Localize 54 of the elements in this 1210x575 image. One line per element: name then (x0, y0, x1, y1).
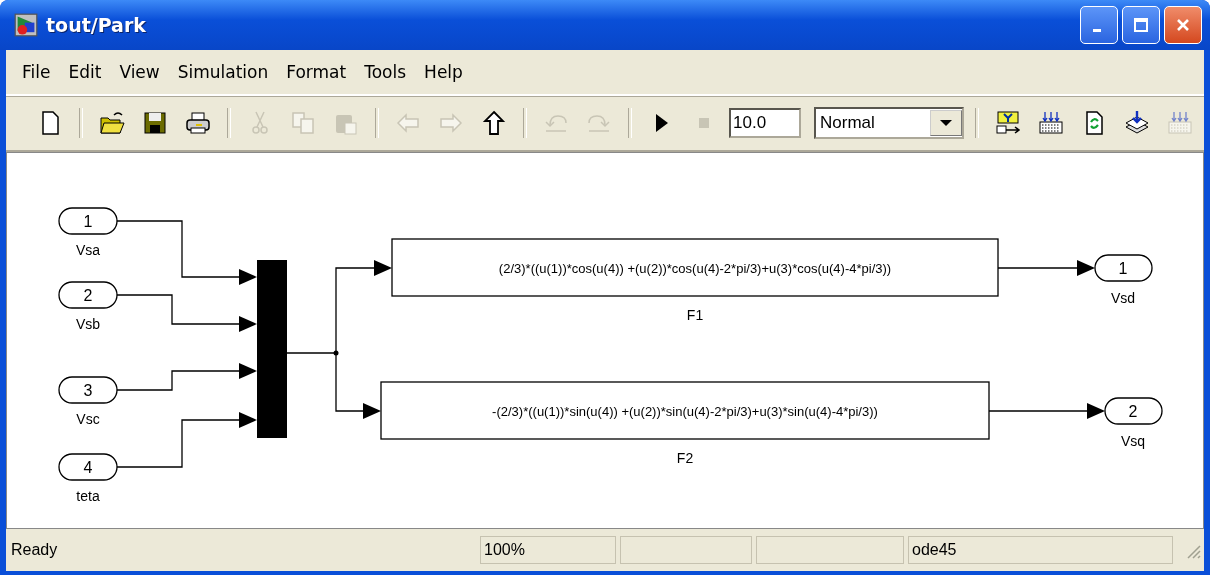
status-text: Ready (10, 540, 59, 560)
minimize-button[interactable] (1080, 6, 1118, 44)
block-label: F2 (676, 450, 694, 466)
signal-connector (335, 352, 381, 419)
copy-icon (289, 109, 317, 137)
dropdown-arrow-icon (930, 110, 962, 136)
port-label: Vsa (75, 242, 101, 258)
menu-item[interactable]: Format (278, 58, 357, 86)
maximize-button[interactable] (1122, 6, 1160, 44)
branch-point (333, 350, 339, 356)
signal-line (286, 352, 337, 354)
solver-name: ode45 (908, 536, 1173, 564)
port-number: 1 (1118, 260, 1128, 277)
scope-icon (994, 109, 1022, 137)
block-label: F1 (686, 307, 704, 323)
inport-block[interactable] (58, 453, 118, 481)
menu-item[interactable]: Tools (356, 58, 417, 86)
menu-item[interactable]: File (14, 58, 61, 86)
port-number: 4 (83, 459, 93, 476)
port-label: Vsq (1120, 433, 1146, 449)
up-arrow-icon (480, 109, 508, 137)
maximize-icon (1131, 15, 1151, 35)
inport-block[interactable] (58, 376, 118, 404)
printer-icon (184, 109, 212, 137)
minimize-icon (1093, 28, 1101, 32)
function-block[interactable] (380, 381, 990, 440)
menu-item[interactable]: Edit (60, 58, 112, 86)
window-title: tout/Park (46, 14, 147, 36)
simulation-mode-dropdown[interactable]: Normal (814, 107, 964, 139)
menu-item[interactable]: Simulation (169, 58, 279, 86)
port-number: 2 (83, 287, 93, 304)
port-label: teta (76, 488, 100, 504)
port-label: Vsd (1110, 290, 1136, 306)
port-number: 3 (83, 382, 93, 399)
port-label: Vsc (76, 411, 100, 427)
port-number: 1 (83, 213, 93, 230)
menu-item[interactable]: Help (416, 58, 473, 86)
folder-icon (98, 109, 126, 137)
port-number: 2 (1128, 403, 1138, 420)
stop-time-field[interactable]: 10.0 (729, 108, 801, 138)
outport-block[interactable] (1104, 397, 1163, 425)
outport-block[interactable] (1094, 254, 1153, 282)
function-expression: (2/3)*((u(1))*cos(u(4)) +(u(2))*cos(u(4)-2*pi/3)+u(3)*cos(u(4)-4*pi/3)) (498, 261, 892, 276)
inport-block[interactable] (58, 281, 118, 309)
inport-block[interactable] (58, 207, 118, 235)
grid-arrows-icon (1037, 109, 1065, 137)
zoom-level: 100% (480, 536, 616, 564)
function-expression: -(2/3)*((u(1))*sin(u(4)) +(u(2))*sin(u(4)-2*pi/3)+u(3)*sin(u(4)-4*pi/3)) (492, 404, 878, 419)
port-label: Vsb (75, 316, 101, 332)
close-button[interactable] (1164, 6, 1202, 44)
menu-item[interactable]: View (111, 58, 170, 86)
app-icon (14, 13, 38, 37)
function-block[interactable] (391, 238, 999, 297)
grid-arrows-icon (1166, 109, 1194, 137)
